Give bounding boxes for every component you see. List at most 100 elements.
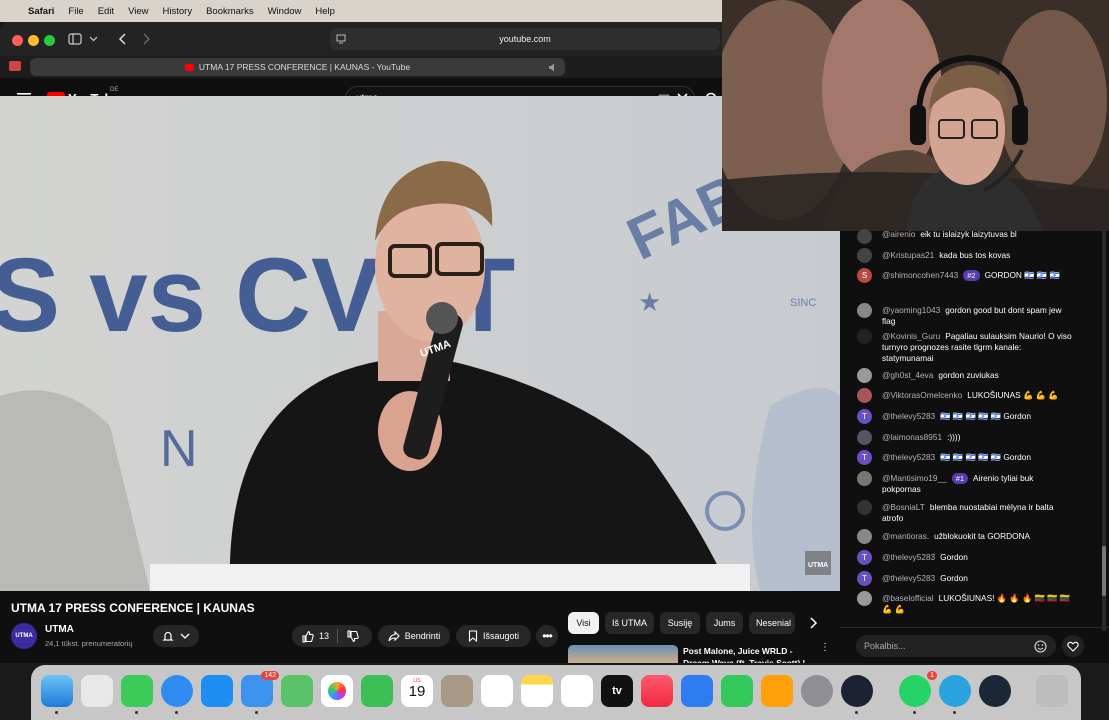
steam-icon[interactable] [979, 675, 1011, 707]
chip-from-utma[interactable]: Iš UTMA [605, 612, 654, 634]
save-button[interactable]: Išsaugoti [456, 625, 531, 647]
emoji-icon[interactable] [1034, 640, 1047, 653]
facetime-icon[interactable] [361, 675, 393, 707]
menu-history[interactable]: History [163, 6, 193, 17]
chat-username[interactable]: @Kovinis_Guru [882, 331, 940, 341]
user-avatar[interactable]: T [857, 571, 872, 586]
numbers-icon[interactable] [721, 675, 753, 707]
keynote-icon[interactable] [681, 675, 713, 707]
chat-username[interactable]: @Mantisimo19__ [882, 473, 947, 483]
messages-icon[interactable] [121, 675, 153, 707]
dislike-icon[interactable] [346, 629, 359, 643]
chip-for-you[interactable]: Jums [706, 612, 743, 634]
whatsapp-icon[interactable]: 1 [899, 671, 937, 707]
next-video-menu-icon[interactable]: ⋮ [820, 643, 830, 653]
menu-help[interactable]: Help [315, 6, 335, 17]
chat-username[interactable]: @laimonas8951 [882, 432, 942, 442]
contacts-icon[interactable] [441, 675, 473, 707]
pages-icon[interactable] [761, 675, 793, 707]
music-icon[interactable] [641, 675, 673, 707]
chat-username[interactable]: @ViktorasOmelcenko [882, 390, 962, 400]
user-avatar[interactable] [857, 591, 872, 606]
user-avatar[interactable] [857, 248, 872, 263]
mail-icon[interactable]: 142 [241, 671, 279, 707]
user-avatar[interactable] [857, 471, 872, 486]
finder-icon[interactable] [41, 675, 73, 707]
user-avatar[interactable] [857, 500, 872, 515]
chip-recent[interactable]: Nesenial [749, 612, 795, 634]
user-avatar[interactable] [857, 430, 872, 445]
chat-input[interactable]: Pokalbis... [856, 635, 1056, 657]
user-avatar[interactable]: S [857, 268, 872, 283]
menu-bookmarks[interactable]: Bookmarks [206, 6, 254, 17]
chat-scrollbar[interactable] [1102, 231, 1106, 631]
obs-icon[interactable] [841, 675, 873, 707]
address-bar[interactable]: youtube.com [330, 28, 720, 50]
menu-view[interactable]: View [128, 6, 148, 17]
notes-icon[interactable] [521, 675, 553, 707]
menu-app-name[interactable]: Safari [28, 6, 54, 17]
chat-username[interactable]: @thelevy5283 [882, 573, 935, 583]
chat-username[interactable]: @airenio [882, 229, 915, 239]
chat-username[interactable]: @thelevy5283 [882, 411, 935, 421]
user-avatar[interactable] [857, 329, 872, 344]
user-avatar[interactable]: T [857, 450, 872, 465]
chat-username[interactable]: @gh0st_4eva [882, 370, 933, 380]
more-actions-button[interactable]: ••• [536, 625, 558, 647]
speaker-icon[interactable] [548, 63, 558, 72]
maps-icon[interactable] [281, 675, 313, 707]
launchpad-icon[interactable] [81, 675, 113, 707]
share-button[interactable]: Bendrinti [378, 625, 450, 647]
chevron-down-icon[interactable] [89, 36, 98, 42]
page-settings-icon[interactable] [336, 34, 346, 44]
chat-username[interactable]: @thelevy5283 [882, 552, 935, 562]
gmail-tab-icon[interactable] [9, 61, 21, 71]
menu-edit[interactable]: Edit [98, 6, 114, 17]
user-avatar[interactable] [857, 529, 872, 544]
chat-username[interactable]: @Kristupas21 [882, 250, 934, 260]
heart-button[interactable] [1062, 635, 1084, 657]
trash-icon[interactable] [1036, 675, 1068, 707]
menu-window[interactable]: Window [268, 6, 302, 17]
video-player[interactable]: S vs CVET N G FAB SINC ★ UTMA UTMA [0, 96, 840, 591]
user-avatar[interactable]: T [857, 550, 872, 565]
forward-icon[interactable] [141, 33, 151, 45]
chat-username[interactable]: @shimoncohen7443 [882, 270, 958, 280]
reminders-icon[interactable] [481, 675, 513, 707]
photos-icon[interactable] [321, 675, 353, 707]
safari-icon[interactable] [161, 675, 193, 707]
user-avatar[interactable] [857, 368, 872, 383]
user-avatar[interactable] [857, 303, 872, 318]
close-window-button[interactable] [12, 35, 23, 46]
apple-tv-icon[interactable]: tv [601, 675, 633, 707]
chevron-right-icon[interactable] [808, 617, 818, 629]
calendar-icon[interactable]: LIS 19 [401, 675, 433, 707]
chat-username[interactable]: @yaoming1043 [882, 305, 940, 315]
chat-username[interactable]: @mantioras. [882, 531, 929, 541]
chat-username[interactable]: @baselofficial [882, 593, 934, 603]
chat-username[interactable]: @thelevy5283 [882, 452, 935, 462]
user-avatar[interactable] [857, 229, 872, 244]
user-avatar[interactable]: T [857, 409, 872, 424]
next-video-thumbnail[interactable] [568, 645, 678, 663]
chip-all[interactable]: Visi [568, 612, 599, 634]
active-tab[interactable]: UTMA 17 PRESS CONFERENCE | KAUNAS - YouT… [30, 58, 565, 76]
chat-username[interactable]: @BosniaLT [882, 502, 925, 512]
app-store-icon[interactable] [201, 675, 233, 707]
channel-name[interactable]: UTMA [45, 624, 74, 635]
video-watermark: UTMA [808, 562, 828, 569]
menu-file[interactable]: File [68, 6, 83, 17]
like-icon[interactable] [301, 630, 314, 643]
zoom-window-button[interactable] [44, 35, 55, 46]
chip-related[interactable]: Susiję [660, 612, 700, 634]
notifications-button[interactable] [153, 625, 199, 647]
user-avatar[interactable] [857, 388, 872, 403]
back-icon[interactable] [118, 33, 128, 45]
next-video-title[interactable]: Post Malone, Juice WRLD - Dream Wave (ft… [683, 645, 813, 663]
sidebar-icon[interactable] [68, 33, 82, 45]
channel-avatar[interactable]: UTMA [11, 623, 37, 649]
freeform-icon[interactable] [561, 675, 593, 707]
telegram-icon[interactable] [939, 675, 971, 707]
system-settings-icon[interactable] [801, 675, 833, 707]
minimize-window-button[interactable] [28, 35, 39, 46]
